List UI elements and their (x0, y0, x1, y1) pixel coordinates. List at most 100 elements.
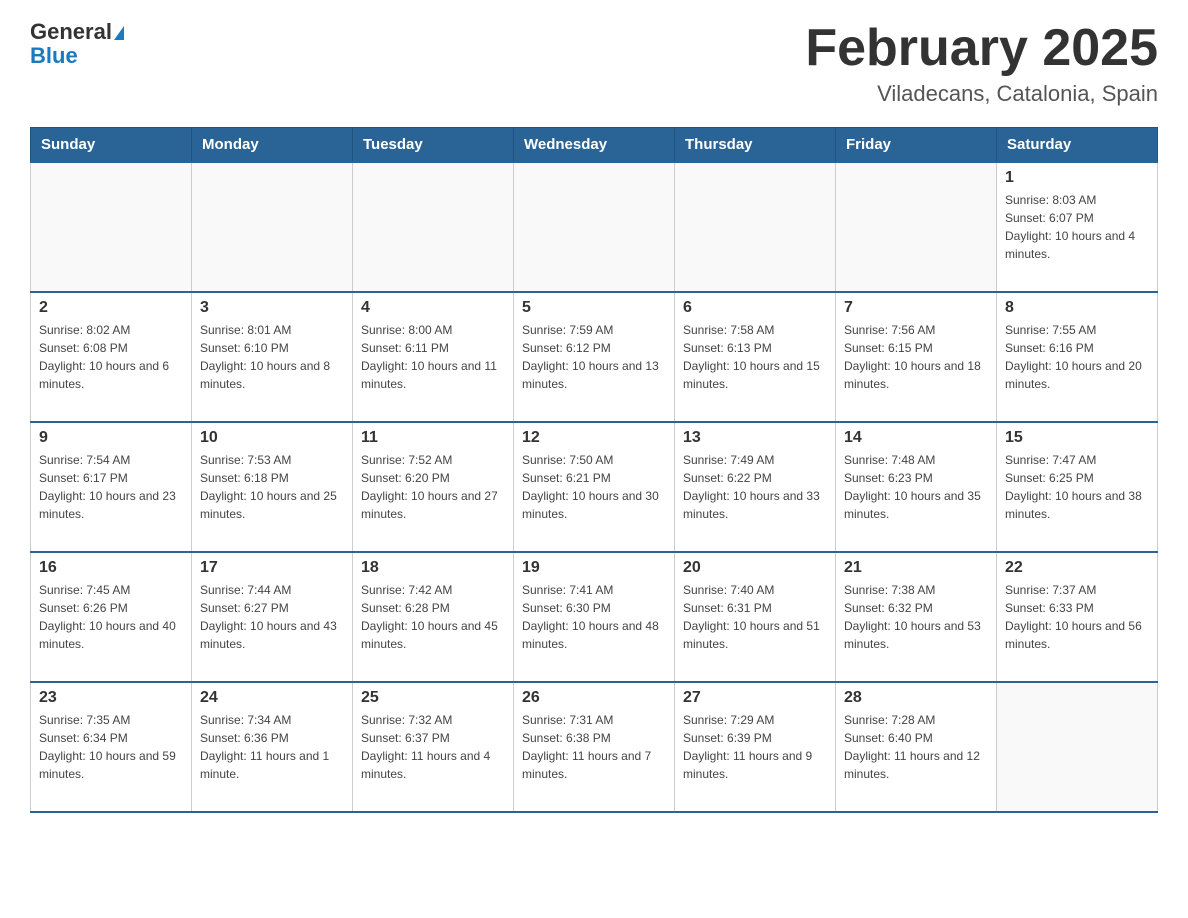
day-number: 24 (200, 689, 344, 707)
calendar-cell: 24 Sunrise: 7:34 AMSunset: 6:36 PMDayligh… (192, 682, 353, 812)
weekday-header-wednesday: Wednesday (514, 128, 675, 163)
day-info: Sunrise: 8:00 AMSunset: 6:11 PMDaylight:… (361, 321, 505, 393)
weekday-header-monday: Monday (192, 128, 353, 163)
day-number: 14 (844, 429, 988, 447)
calendar-cell: 23 Sunrise: 7:35 AMSunset: 6:34 PMDayligh… (31, 682, 192, 812)
calendar-cell: 19 Sunrise: 7:41 AMSunset: 6:30 PMDayligh… (514, 552, 675, 682)
day-info: Sunrise: 7:56 AMSunset: 6:15 PMDaylight:… (844, 321, 988, 393)
day-number: 3 (200, 299, 344, 317)
calendar-cell (836, 162, 997, 292)
day-number: 5 (522, 299, 666, 317)
day-number: 11 (361, 429, 505, 447)
calendar-cell: 18Sunrise: 7:42 AMSunset: 6:28 PMDayligh… (353, 552, 514, 682)
logo-triangle-icon (114, 26, 124, 40)
day-number: 1 (1005, 169, 1149, 187)
day-info: Sunrise: 7:49 AMSunset: 6:22 PMDaylight:… (683, 451, 827, 523)
calendar-cell: 5 Sunrise: 7:59 AMSunset: 6:12 PMDaylight… (514, 292, 675, 422)
calendar-cell (31, 162, 192, 292)
day-info: Sunrise: 8:02 AMSunset: 6:08 PMDaylight:… (39, 321, 183, 393)
day-number: 4 (361, 299, 505, 317)
day-info: Sunrise: 7:32 AMSunset: 6:37 PMDaylight:… (361, 711, 505, 783)
day-number: 23 (39, 689, 183, 707)
calendar-cell: 20 Sunrise: 7:40 AMSunset: 6:31 PMDayligh… (675, 552, 836, 682)
calendar-cell: 28 Sunrise: 7:28 AMSunset: 6:40 PMDayligh… (836, 682, 997, 812)
logo-general-text: General (30, 19, 112, 44)
weekday-header-saturday: Saturday (997, 128, 1158, 163)
calendar-cell: 26 Sunrise: 7:31 AMSunset: 6:38 PMDayligh… (514, 682, 675, 812)
day-info: Sunrise: 7:34 AMSunset: 6:36 PMDaylight:… (200, 711, 344, 783)
calendar-cell: 3 Sunrise: 8:01 AMSunset: 6:10 PMDaylight… (192, 292, 353, 422)
weekday-header-row: SundayMondayTuesdayWednesdayThursdayFrid… (31, 128, 1158, 163)
calendar-cell: 2 Sunrise: 8:02 AMSunset: 6:08 PMDaylight… (31, 292, 192, 422)
day-number: 28 (844, 689, 988, 707)
day-info: Sunrise: 7:54 AMSunset: 6:17 PMDaylight:… (39, 451, 183, 523)
day-info: Sunrise: 7:40 AMSunset: 6:31 PMDaylight:… (683, 581, 827, 653)
day-number: 25 (361, 689, 505, 707)
day-info: Sunrise: 7:48 AMSunset: 6:23 PMDaylight:… (844, 451, 988, 523)
weekday-header-thursday: Thursday (675, 128, 836, 163)
calendar-cell (675, 162, 836, 292)
weekday-header-friday: Friday (836, 128, 997, 163)
day-info: Sunrise: 7:41 AMSunset: 6:30 PMDaylight:… (522, 581, 666, 653)
day-info: Sunrise: 7:29 AMSunset: 6:39 PMDaylight:… (683, 711, 827, 783)
calendar-cell: 11Sunrise: 7:52 AMSunset: 6:20 PMDayligh… (353, 422, 514, 552)
calendar-cell: 13 Sunrise: 7:49 AMSunset: 6:22 PMDayligh… (675, 422, 836, 552)
calendar-cell: 7 Sunrise: 7:56 AMSunset: 6:15 PMDaylight… (836, 292, 997, 422)
weekday-header-tuesday: Tuesday (353, 128, 514, 163)
calendar-cell: 14 Sunrise: 7:48 AMSunset: 6:23 PMDayligh… (836, 422, 997, 552)
calendar-cell: 17 Sunrise: 7:44 AMSunset: 6:27 PMDayligh… (192, 552, 353, 682)
day-number: 21 (844, 559, 988, 577)
day-info: Sunrise: 7:38 AMSunset: 6:32 PMDaylight:… (844, 581, 988, 653)
calendar-week-4: 16 Sunrise: 7:45 AMSunset: 6:26 PMDayligh… (31, 552, 1158, 682)
day-info: Sunrise: 7:44 AMSunset: 6:27 PMDaylight:… (200, 581, 344, 653)
calendar-cell (514, 162, 675, 292)
day-number: 8 (1005, 299, 1149, 317)
calendar-cell: 15Sunrise: 7:47 AMSunset: 6:25 PMDayligh… (997, 422, 1158, 552)
calendar-cell: 10 Sunrise: 7:53 AMSunset: 6:18 PMDayligh… (192, 422, 353, 552)
calendar-cell: 25 Sunrise: 7:32 AMSunset: 6:37 PMDayligh… (353, 682, 514, 812)
day-number: 26 (522, 689, 666, 707)
calendar-week-3: 9Sunrise: 7:54 AMSunset: 6:17 PMDaylight… (31, 422, 1158, 552)
day-number: 20 (683, 559, 827, 577)
logo: General Blue (30, 20, 124, 68)
day-info: Sunrise: 7:53 AMSunset: 6:18 PMDaylight:… (200, 451, 344, 523)
weekday-header-sunday: Sunday (31, 128, 192, 163)
day-info: Sunrise: 8:03 AMSunset: 6:07 PMDaylight:… (1005, 191, 1149, 263)
day-number: 6 (683, 299, 827, 317)
title-area: February 2025 Viladecans, Catalonia, Spa… (805, 20, 1158, 107)
calendar-cell: 4 Sunrise: 8:00 AMSunset: 6:11 PMDaylight… (353, 292, 514, 422)
page-header: General Blue February 2025 Viladecans, C… (30, 20, 1158, 107)
day-number: 15 (1005, 429, 1149, 447)
day-number: 16 (39, 559, 183, 577)
calendar-cell: 1 Sunrise: 8:03 AMSunset: 6:07 PMDaylight… (997, 162, 1158, 292)
calendar-cell: 22 Sunrise: 7:37 AMSunset: 6:33 PMDayligh… (997, 552, 1158, 682)
day-info: Sunrise: 7:35 AMSunset: 6:34 PMDaylight:… (39, 711, 183, 783)
day-number: 7 (844, 299, 988, 317)
day-number: 27 (683, 689, 827, 707)
day-info: Sunrise: 7:59 AMSunset: 6:12 PMDaylight:… (522, 321, 666, 393)
day-number: 19 (522, 559, 666, 577)
day-info: Sunrise: 7:50 AMSunset: 6:21 PMDaylight:… (522, 451, 666, 523)
day-number: 12 (522, 429, 666, 447)
day-number: 13 (683, 429, 827, 447)
month-title: February 2025 (805, 20, 1158, 77)
calendar-cell: 21 Sunrise: 7:38 AMSunset: 6:32 PMDayligh… (836, 552, 997, 682)
day-number: 2 (39, 299, 183, 317)
day-number: 17 (200, 559, 344, 577)
calendar-week-5: 23 Sunrise: 7:35 AMSunset: 6:34 PMDayligh… (31, 682, 1158, 812)
day-info: Sunrise: 7:37 AMSunset: 6:33 PMDaylight:… (1005, 581, 1149, 653)
day-info: Sunrise: 7:42 AMSunset: 6:28 PMDaylight:… (361, 581, 505, 653)
day-info: Sunrise: 7:28 AMSunset: 6:40 PMDaylight:… (844, 711, 988, 783)
day-info: Sunrise: 7:55 AMSunset: 6:16 PMDaylight:… (1005, 321, 1149, 393)
day-info: Sunrise: 7:31 AMSunset: 6:38 PMDaylight:… (522, 711, 666, 783)
day-number: 10 (200, 429, 344, 447)
calendar-cell: 16 Sunrise: 7:45 AMSunset: 6:26 PMDayligh… (31, 552, 192, 682)
calendar-table: SundayMondayTuesdayWednesdayThursdayFrid… (30, 127, 1158, 813)
calendar-cell (997, 682, 1158, 812)
calendar-cell: 6Sunrise: 7:58 AMSunset: 6:13 PMDaylight… (675, 292, 836, 422)
calendar-cell: 27 Sunrise: 7:29 AMSunset: 6:39 PMDayligh… (675, 682, 836, 812)
day-info: Sunrise: 8:01 AMSunset: 6:10 PMDaylight:… (200, 321, 344, 393)
location-subtitle: Viladecans, Catalonia, Spain (805, 81, 1158, 107)
day-info: Sunrise: 7:45 AMSunset: 6:26 PMDaylight:… (39, 581, 183, 653)
day-number: 22 (1005, 559, 1149, 577)
